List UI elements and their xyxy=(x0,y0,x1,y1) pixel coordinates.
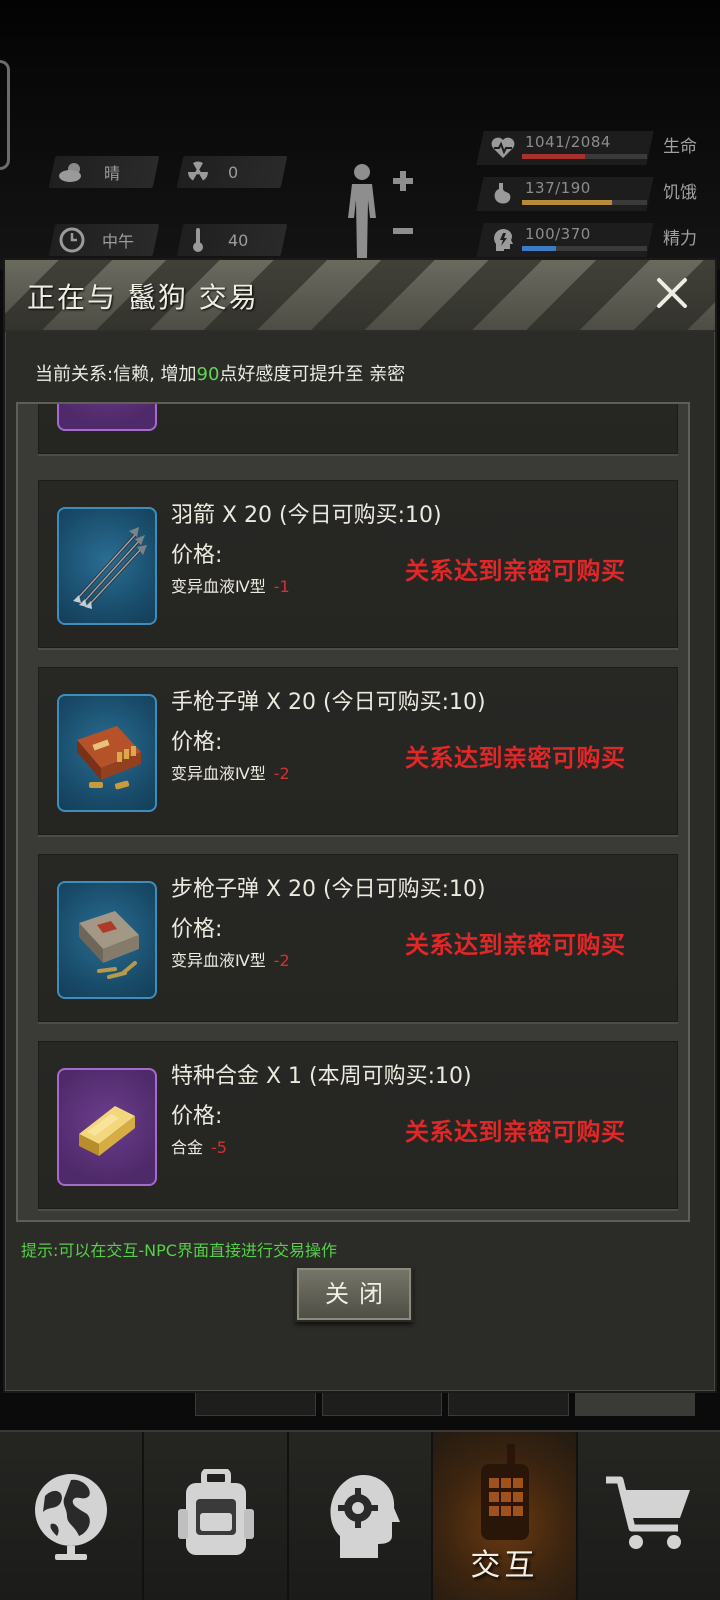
cost-item: 合金 xyxy=(171,1138,204,1157)
nav-interact[interactable]: 交互 xyxy=(433,1432,578,1600)
relation-suffix: 点好感度可提升至 亲密 xyxy=(219,364,406,385)
item-slot-partial xyxy=(57,404,157,431)
price-label: 价格: xyxy=(171,730,223,755)
stat-hunger: 137/190 饥饿 xyxy=(476,173,720,213)
cost-amount: -5 xyxy=(211,1138,227,1157)
cost-amount: -2 xyxy=(273,951,290,970)
head-gear-icon xyxy=(320,1466,401,1566)
subtab-2[interactable] xyxy=(321,1392,442,1416)
hunger-label: 饥饿 xyxy=(663,183,697,203)
pistol-ammo-box-icon xyxy=(57,694,157,812)
close-button[interactable]: 关闭 xyxy=(295,1266,413,1322)
locked-status: 关系达到亲密可购买 xyxy=(405,744,626,772)
weather-text: 晴 xyxy=(104,164,121,183)
subtab-1[interactable] xyxy=(195,1392,316,1416)
gold-ingot-icon xyxy=(57,1068,157,1186)
price-label: 价格: xyxy=(171,917,223,942)
item-cost: 变异血液Ⅳ型 -1 xyxy=(171,573,290,597)
status-hud: 晴 0 中午 40 1041/2084 生命 137/190 饥饿 100/37… xyxy=(0,0,720,270)
cost-item: 变异血液Ⅳ型 xyxy=(171,577,266,596)
item-cost: 变异血液Ⅳ型 -2 xyxy=(171,760,290,784)
temperature-chip: 40 xyxy=(184,224,248,256)
stomach-icon xyxy=(490,181,516,207)
radiation-value: 0 xyxy=(228,162,239,182)
nav-shop[interactable] xyxy=(578,1432,720,1600)
subtab-3[interactable] xyxy=(448,1392,569,1416)
energy-bar-fill xyxy=(522,246,556,251)
subtab-4[interactable] xyxy=(574,1392,695,1416)
cost-item: 变异血液Ⅳ型 xyxy=(171,951,266,970)
weather-chip: 晴 xyxy=(58,156,120,188)
hunger-value: 137/190 xyxy=(525,179,591,197)
close-icon[interactable] xyxy=(655,276,689,310)
npc-subtabs xyxy=(195,1392,695,1424)
minus-icon xyxy=(393,228,413,234)
side-tab-edge[interactable] xyxy=(0,60,10,170)
relation-prefix: 当前关系:信赖, 增加 xyxy=(35,364,197,385)
time-text: 中午 xyxy=(102,232,135,251)
dialog-title: 正在与 鬣狗 交易 xyxy=(27,281,259,314)
health-value: 1041/2084 xyxy=(525,133,611,151)
stat-energy: 100/370 精力 xyxy=(476,219,720,259)
health-label: 生命 xyxy=(663,137,697,157)
shopping-cart-icon xyxy=(604,1474,694,1558)
locked-status: 关系达到亲密可购买 xyxy=(405,557,626,585)
relation-points: 90 xyxy=(196,364,220,385)
radiation-icon xyxy=(184,158,212,186)
stat-health: 1041/2084 生命 xyxy=(476,127,720,167)
clock-icon xyxy=(58,226,86,254)
trade-item-card[interactable]: 羽箭 X 20 (今日可购买:10) 价格: 变异血液Ⅳ型 -1 关系达到亲密可购… xyxy=(38,480,678,648)
bottom-navigation: 交互 xyxy=(0,1430,720,1600)
trade-hint: 提示:可以在交互-NPC界面直接进行交易操作 xyxy=(21,1241,337,1260)
cost-amount: -2 xyxy=(273,764,290,783)
price-label: 价格: xyxy=(171,543,223,568)
energy-value: 100/370 xyxy=(525,225,591,243)
nav-label: 交互 xyxy=(470,1548,539,1583)
thermometer-icon xyxy=(184,226,212,254)
price-label: 价格: xyxy=(171,1104,223,1129)
item-name: 步枪子弹 X 20 (今日可购买:10) xyxy=(171,877,486,902)
radiation-chip: 0 xyxy=(184,156,238,188)
trade-dialog: 正在与 鬣狗 交易 当前关系:信赖, 增加90点好感度可提升至 亲密 羽箭 X … xyxy=(3,258,717,1393)
trade-item-list[interactable]: 羽箭 X 20 (今日可购买:10) 价格: 变异血液Ⅳ型 -1 关系达到亲密可购… xyxy=(16,402,690,1222)
relation-status: 当前关系:信赖, 增加90点好感度可提升至 亲密 xyxy=(35,360,405,386)
nav-map[interactable] xyxy=(0,1432,145,1600)
locked-status: 关系达到亲密可购买 xyxy=(405,931,626,959)
time-chip: 中午 xyxy=(58,224,134,256)
rifle-ammo-box-icon xyxy=(57,881,157,999)
item-cost: 变异血液Ⅳ型 -2 xyxy=(171,947,290,971)
nav-inventory[interactable] xyxy=(144,1432,289,1600)
globe-icon xyxy=(31,1466,111,1566)
body-status-figure[interactable] xyxy=(340,160,420,260)
trade-item-card[interactable]: 手枪子弹 X 20 (今日可购买:10) 价格: 变异血液Ⅳ型 -2 关系达到亲密… xyxy=(38,667,678,835)
health-bar-fill xyxy=(522,154,585,159)
temperature-value: 40 xyxy=(228,230,249,250)
trade-item-card[interactable]: 特种合金 X 1 (本周可购买:10) 价格: 合金 -5 关系达到亲密可购买 xyxy=(38,1041,678,1209)
cost-amount: -1 xyxy=(273,577,290,596)
trade-item-card[interactable]: 步枪子弹 X 20 (今日可购买:10) 价格: 变异血液Ⅳ型 -2 关系达到亲密… xyxy=(38,854,678,1022)
hunger-bar-fill xyxy=(522,200,612,205)
arrows-icon xyxy=(57,507,157,625)
cloud-sun-icon xyxy=(58,158,86,186)
locked-status: 关系达到亲密可购买 xyxy=(405,1118,626,1146)
energy-label: 精力 xyxy=(663,229,697,249)
item-name: 羽箭 X 20 (今日可购买:10) xyxy=(171,503,442,528)
heart-pulse-icon xyxy=(490,135,516,161)
trade-item-card-partial xyxy=(38,404,678,454)
backpack-icon xyxy=(176,1468,256,1563)
nav-skills[interactable] xyxy=(289,1432,434,1600)
item-name: 手枪子弹 X 20 (今日可购买:10) xyxy=(171,690,486,715)
item-name: 特种合金 X 1 (本周可购买:10) xyxy=(171,1064,472,1089)
cost-item: 变异血液Ⅳ型 xyxy=(171,764,266,783)
dialog-header: 正在与 鬣狗 交易 xyxy=(5,260,715,332)
item-cost: 合金 -5 xyxy=(171,1134,227,1158)
walkie-talkie-icon xyxy=(469,1444,539,1548)
head-energy-icon xyxy=(490,227,516,253)
